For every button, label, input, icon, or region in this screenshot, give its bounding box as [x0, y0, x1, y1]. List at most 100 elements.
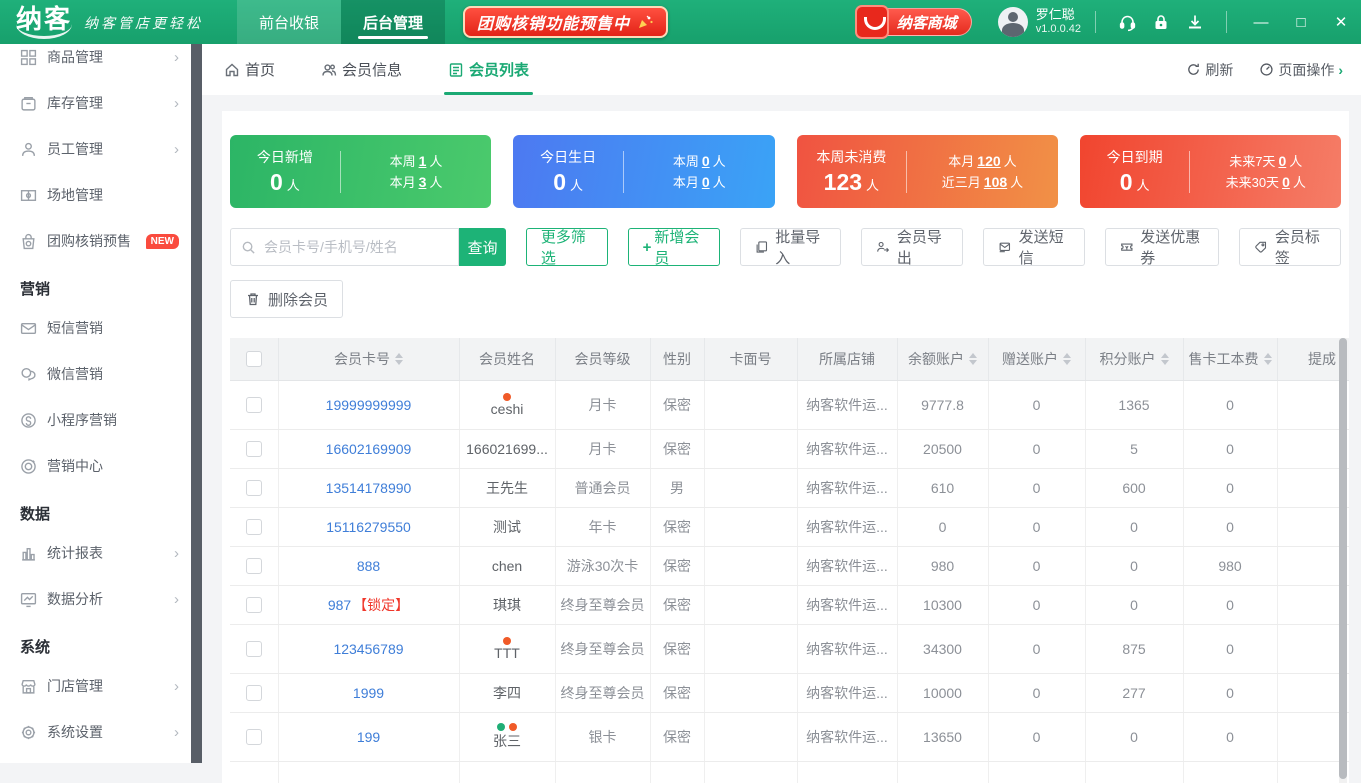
lock-icon[interactable] — [1144, 7, 1178, 37]
trash-icon — [245, 291, 261, 307]
user-name: 罗仁聪 — [1036, 7, 1081, 23]
sidebar-scrollbar[interactable] — [191, 44, 202, 763]
row-checkbox[interactable] — [246, 597, 262, 613]
table-row[interactable]: 16602169909 166021699... 月卡保密 纳客软件运...20… — [230, 429, 1349, 468]
scrollbar-thumb[interactable] — [1339, 338, 1347, 779]
tab-member-info[interactable]: 会员信息 — [321, 44, 402, 95]
refresh-icon — [1186, 62, 1201, 77]
send-coupon-button[interactable]: 发送优惠券 — [1105, 228, 1220, 266]
sidebar-item-marketing-center[interactable]: 营销中心 — [0, 443, 191, 489]
table-row[interactable]: 13514178990 王先生 普通会员男 纳客软件运...6100 6000 — [230, 468, 1349, 507]
member-card-link[interactable]: 987 — [328, 597, 351, 613]
chevron-right-icon: › — [174, 724, 179, 741]
table-header-row: 会员卡号 会员姓名 会员等级 性别 卡面号 所属店铺 余额账户 赠送账户 积分账… — [230, 338, 1349, 380]
new-badge: NEW — [146, 234, 179, 249]
member-card-link[interactable]: 16602169909 — [326, 441, 412, 457]
mall-button[interactable]: 纳客商城 — [866, 8, 972, 36]
minimize-button[interactable]: — — [1241, 0, 1281, 44]
tab-home[interactable]: 首页 — [224, 44, 275, 95]
member-card-link[interactable]: 199 — [357, 729, 380, 745]
export-member-button[interactable]: 会员导出 — [861, 228, 963, 266]
sidebar-item-report[interactable]: 统计报表 › — [0, 530, 191, 576]
import-copy-icon — [755, 239, 769, 255]
delete-member-button[interactable]: 删除会员 — [230, 280, 343, 318]
tab-member-list[interactable]: 会员列表 — [448, 44, 529, 95]
search-icon — [241, 240, 256, 255]
sort-icon[interactable] — [1063, 353, 1071, 365]
sidebar-item-inventory[interactable]: 库存管理 › — [0, 80, 191, 126]
page-operations-button[interactable]: 页面操作 › — [1259, 60, 1343, 80]
batch-import-button[interactable]: 批量导入 — [740, 228, 842, 266]
sidebar-item-miniprogram-marketing[interactable]: 小程序营销 — [0, 397, 191, 443]
maximize-button[interactable]: □ — [1281, 0, 1321, 44]
stat-card-no-consume-week[interactable]: 本周未消费 123人 本月120人 近三月108人 — [797, 135, 1058, 208]
sort-icon[interactable] — [969, 353, 977, 365]
sort-icon[interactable] — [395, 353, 403, 365]
sort-icon[interactable] — [1161, 353, 1169, 365]
table-row[interactable]: 19999999999 ceshi 月卡保密 纳客软件运...9777.80 1… — [230, 380, 1349, 429]
member-card-link[interactable]: 19999999999 — [326, 397, 412, 413]
groupbuy-bag-icon — [20, 233, 37, 250]
query-button[interactable]: 查询 — [459, 228, 506, 266]
sidebar-item-settings[interactable]: 系统设置 › — [0, 709, 191, 755]
member-card-link[interactable]: 888 — [357, 558, 380, 574]
stat-cards: 今日新增 0人 本周1人 本月3人 今日生日 0人 本周0人 本月0人 本周未消… — [230, 135, 1341, 208]
sidebar-item-analysis[interactable]: 数据分析 › — [0, 576, 191, 622]
promo-banner[interactable]: 团购核销功能预售中 — [463, 6, 668, 38]
stat-card-expire-today[interactable]: 今日到期 0人 未来7天0人 未来30天0人 — [1080, 135, 1341, 208]
sidebar-section-marketing: 营销 — [0, 264, 191, 305]
table-row-partial — [230, 761, 1349, 783]
sidebar-item-staff[interactable]: 员工管理 › — [0, 126, 191, 172]
row-checkbox[interactable] — [246, 685, 262, 701]
refresh-button[interactable]: 刷新 — [1186, 60, 1233, 80]
table-row[interactable]: 987【锁定】 琪琪 终身至尊会员保密 纳客软件运...103000 00 — [230, 585, 1349, 624]
search-input[interactable] — [264, 239, 448, 255]
row-checkbox[interactable] — [246, 397, 262, 413]
nav-backend-admin[interactable]: 后台管理 — [341, 0, 445, 44]
table-row[interactable]: 199 张三 银卡保密 纳客软件运...136500 00 — [230, 712, 1349, 761]
party-icon — [636, 13, 654, 31]
member-table: 会员卡号 会员姓名 会员等级 性别 卡面号 所属店铺 余额账户 赠送账户 积分账… — [230, 338, 1349, 783]
table-row[interactable]: 888 chen 游泳30次卡保密 纳客软件运...9800 0980 — [230, 546, 1349, 585]
download-icon[interactable] — [1178, 7, 1212, 37]
member-tag-button[interactable]: 会员标签 — [1239, 228, 1341, 266]
sidebar-item-store-mgmt[interactable]: 门店管理 › — [0, 663, 191, 709]
row-checkbox[interactable] — [246, 519, 262, 535]
support-headset-icon[interactable] — [1110, 7, 1144, 37]
user-info[interactable]: 罗仁聪 v1.0.0.42 — [998, 7, 1081, 37]
member-card-link[interactable]: 15116279550 — [326, 519, 411, 535]
send-sms-button[interactable]: 发送短信 — [983, 228, 1085, 266]
row-checkbox[interactable] — [246, 641, 262, 657]
table-row[interactable]: 15116279550 测试 年卡保密 纳客软件运...00 00 — [230, 507, 1349, 546]
row-checkbox[interactable] — [246, 480, 262, 496]
sidebar-item-groupbuy[interactable]: 团购核销预售 NEW — [0, 218, 191, 264]
sidebar-item-sms-marketing[interactable]: 短信营销 — [0, 305, 191, 351]
sidebar-item-venue[interactable]: 场地管理 — [0, 172, 191, 218]
member-card-link[interactable]: 1999 — [353, 685, 384, 701]
member-card-link[interactable]: 13514178990 — [326, 480, 412, 496]
more-filter-button[interactable]: 更多筛选 — [526, 228, 608, 266]
close-button[interactable]: ✕ — [1321, 0, 1361, 44]
stat-card-birthday-today[interactable]: 今日生日 0人 本周0人 本月0人 — [513, 135, 774, 208]
titlebar: 纳客 纳客管店更轻松 前台收银 后台管理 团购核销功能预售中 纳客商城 罗仁聪 … — [0, 0, 1361, 44]
select-all-checkbox[interactable] — [246, 351, 262, 367]
content-panel: 今日新增 0人 本周1人 本月3人 今日生日 0人 本周0人 本月0人 本周未消… — [222, 111, 1349, 783]
chevron-right-icon: › — [174, 141, 179, 158]
stat-card-new-today[interactable]: 今日新增 0人 本周1人 本月3人 — [230, 135, 491, 208]
member-card-link[interactable]: 123456789 — [333, 641, 403, 657]
add-member-button[interactable]: +新增会员 — [628, 228, 720, 266]
row-checkbox[interactable] — [246, 441, 262, 457]
bar-chart-icon — [20, 545, 37, 562]
row-checkbox[interactable] — [246, 558, 262, 574]
table-row[interactable]: 1999 李四 终身至尊会员保密 纳客软件运...100000 2770 — [230, 673, 1349, 712]
logo-text: 纳客 — [16, 6, 72, 39]
row-checkbox[interactable] — [246, 729, 262, 745]
divider — [1226, 11, 1227, 33]
table-scrollbar[interactable]: ▼ — [1339, 338, 1347, 783]
sort-icon[interactable] — [1264, 353, 1272, 365]
sidebar-item-wechat-marketing[interactable]: 微信营销 — [0, 351, 191, 397]
gear-icon — [20, 724, 37, 741]
nav-front-cashier[interactable]: 前台收银 — [237, 0, 341, 44]
sidebar-item-goods[interactable]: 商品管理 › — [0, 44, 191, 80]
table-row[interactable]: 123456789 TTT 终身至尊会员保密 纳客软件运...343000 87… — [230, 624, 1349, 673]
